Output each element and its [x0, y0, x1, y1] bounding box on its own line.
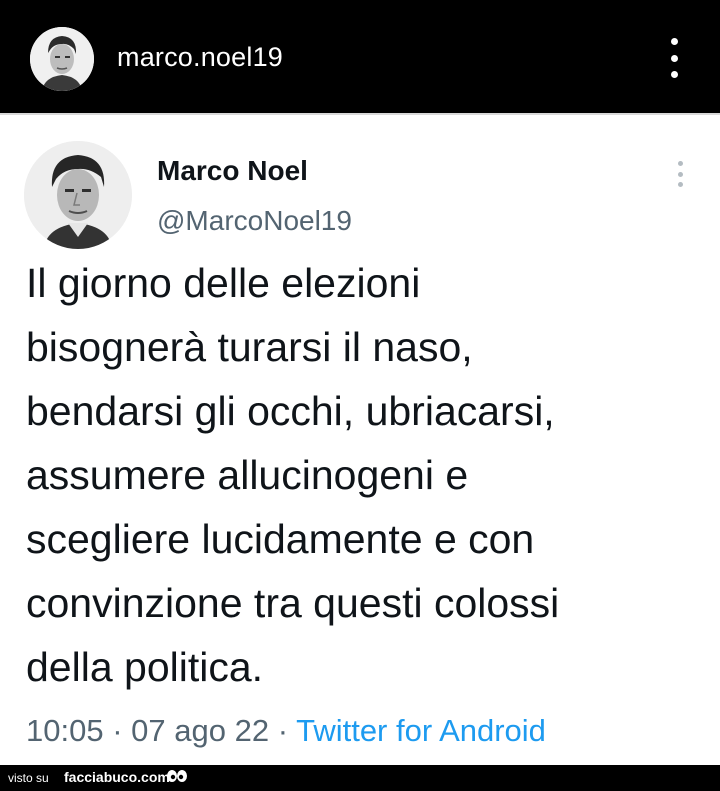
tweet-time[interactable]: 10:05 — [26, 713, 104, 748]
tweet-date[interactable]: 07 ago 22 — [131, 713, 269, 748]
display-name[interactable]: Marco Noel — [157, 155, 308, 187]
watermark-prefix: visto su — [8, 771, 49, 785]
more-options-icon[interactable] — [660, 38, 688, 78]
watermark-footer: visto su facciabuco.com — [0, 765, 720, 791]
profile-avatar[interactable] — [30, 27, 94, 91]
dot — [670, 38, 678, 45]
eyes-logo-icon — [167, 770, 187, 782]
meta-separator: · — [112, 713, 123, 748]
post-header: marco.noel19 — [0, 0, 720, 113]
dot — [677, 161, 683, 166]
tweet-metadata: 10:05 · 07 ago 22 · Twitter for Android — [26, 713, 546, 749]
tweet-more-icon[interactable] — [672, 161, 688, 187]
tweet-text-line: convinzione tra questi colossi — [26, 580, 560, 626]
meta-separator: · — [277, 713, 289, 748]
tweet-source-link[interactable]: Twitter for Android — [296, 713, 546, 748]
username[interactable]: marco.noel19 — [117, 42, 283, 73]
tweet-text-line: scegliere lucidamente e con — [26, 516, 535, 562]
instagram-post: marco.noel19 Marco Noel @MarcoNoel19 Il … — [0, 0, 720, 791]
watermark-site[interactable]: facciabuco.com — [64, 769, 170, 785]
user-handle[interactable]: @MarcoNoel19 — [157, 205, 352, 237]
tweet-text-line: bisognerà turarsi il naso, — [26, 324, 473, 370]
dot — [677, 171, 683, 177]
dot — [670, 54, 678, 62]
tweet-text: Il giorno delle elezioni bisognerà turar… — [26, 251, 706, 699]
dot — [670, 71, 678, 78]
avatar-portrait-icon — [24, 141, 132, 249]
tweet-text-line: della politica. — [26, 644, 264, 690]
tweet-text-line: bendarsi gli occhi, ubriacarsi, — [26, 388, 555, 434]
tweet-text-line: Il giorno delle elezioni — [26, 260, 421, 306]
dot — [677, 182, 683, 187]
tweet-avatar[interactable] — [24, 141, 132, 249]
tweet-text-line: assumere allucinogeni e — [26, 452, 469, 498]
avatar-portrait-icon — [30, 27, 94, 91]
tweet-card: Marco Noel @MarcoNoel19 Il giorno delle … — [0, 113, 720, 765]
